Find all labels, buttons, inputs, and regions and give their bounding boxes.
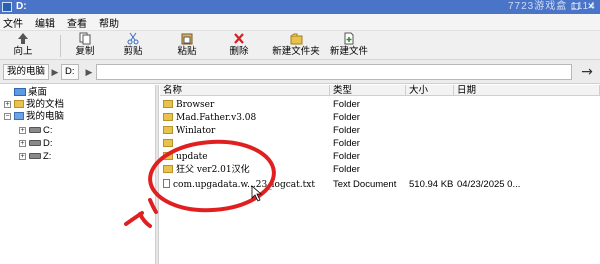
expand-icon[interactable]: + [19, 127, 26, 134]
new-folder-icon [270, 32, 322, 46]
tree-item-documents[interactable]: 我的文档 [14, 99, 64, 111]
tree-item-drive-z[interactable]: Z: [29, 151, 51, 163]
maximize-button[interactable]: □ [570, 2, 580, 12]
file-row[interactable]: 狂父 ver2.01汉化 Folder [160, 163, 600, 176]
folder-icon [14, 100, 24, 108]
address-input[interactable] [96, 64, 572, 80]
file-row[interactable]: Mad.Father.v3.08 Folder [160, 111, 600, 124]
folder-icon [163, 100, 173, 108]
column-header-type[interactable]: 类型 [330, 85, 406, 96]
file-row[interactable]: update Folder [160, 150, 600, 163]
folder-tree: 桌面 + 我的文档 − 我的电脑 + C: + D: + Z: [0, 85, 154, 264]
file-row[interactable]: Folder [160, 137, 600, 150]
drive-icon [29, 153, 41, 159]
pane-splitter[interactable] [155, 85, 159, 264]
computer-icon [14, 112, 24, 120]
expand-icon[interactable]: + [19, 153, 26, 160]
menu-edit[interactable]: 编辑 [35, 15, 55, 30]
column-header-date[interactable]: 日期 [454, 85, 600, 96]
folder-icon [163, 126, 173, 134]
column-header-size[interactable]: 大小 [406, 85, 454, 96]
copy-button[interactable]: 复制 [70, 32, 100, 60]
desktop-icon [14, 88, 26, 96]
expand-icon[interactable]: + [19, 140, 26, 147]
up-arrow-icon [6, 32, 40, 46]
chevron-right-icon: ▶ [51, 67, 59, 77]
toolbar-separator [60, 35, 61, 57]
window-title: D: [16, 1, 27, 12]
new-file-icon [328, 32, 370, 46]
file-row[interactable]: Browser Folder [160, 98, 600, 111]
toolbar: 向上 复制 剪贴 粘贴 删除 新建文件夹 新建文件 [0, 30, 600, 60]
tree-item-desktop[interactable]: 桌面 [14, 87, 47, 99]
column-header-name[interactable]: 名称 [160, 85, 330, 96]
crumb-drive-d[interactable]: D: [61, 64, 79, 80]
collapse-icon[interactable]: − [4, 113, 11, 120]
folder-icon [163, 152, 173, 160]
new-folder-button[interactable]: 新建文件夹 [270, 32, 322, 60]
up-button[interactable]: 向上 [6, 32, 40, 60]
minimize-button[interactable]: – [554, 2, 564, 12]
copy-icon [70, 32, 100, 46]
file-list: 名称 类型 大小 日期 Browser Folder Mad.Father.v3… [160, 85, 600, 264]
menu-bar: 文件 编辑 查看 帮助 [0, 14, 600, 30]
text-document-icon [163, 179, 170, 188]
menu-help[interactable]: 帮助 [99, 15, 119, 30]
folder-icon [163, 165, 173, 173]
drive-icon [29, 127, 41, 133]
file-row[interactable]: com.upgadata.w...23_logcat.txt Text Docu… [160, 178, 600, 191]
title-bar: D: 7723游戏盒 1114 – □ ✕ [0, 0, 600, 14]
paste-button[interactable]: 粘贴 [172, 32, 202, 60]
drive-icon [29, 140, 41, 146]
tree-item-drive-d[interactable]: D: [29, 138, 53, 150]
chevron-right-icon: ▶ [85, 67, 93, 77]
go-arrow-icon[interactable]: → [578, 63, 596, 81]
tree-item-computer[interactable]: 我的电脑 [14, 111, 64, 123]
file-row[interactable]: Winlator Folder [160, 124, 600, 137]
tree-item-drive-c[interactable]: C: [29, 125, 53, 137]
expand-icon[interactable]: + [4, 101, 11, 108]
app-icon [2, 2, 12, 12]
delete-button[interactable]: 删除 [224, 32, 254, 60]
scissors-icon [118, 32, 148, 46]
menu-file[interactable]: 文件 [3, 15, 23, 30]
new-file-button[interactable]: 新建文件 [328, 32, 370, 60]
folder-icon [163, 113, 173, 121]
delete-x-icon [224, 32, 254, 46]
address-bar: 我的电脑 ▶ D: ▶ → [0, 60, 600, 84]
paste-icon [172, 32, 202, 46]
folder-icon [163, 139, 173, 147]
cut-button[interactable]: 剪贴 [118, 32, 148, 60]
menu-view[interactable]: 查看 [67, 15, 87, 30]
column-headers: 名称 类型 大小 日期 [160, 85, 600, 96]
crumb-my-computer[interactable]: 我的电脑 [3, 64, 50, 80]
close-button[interactable]: ✕ [586, 2, 596, 12]
